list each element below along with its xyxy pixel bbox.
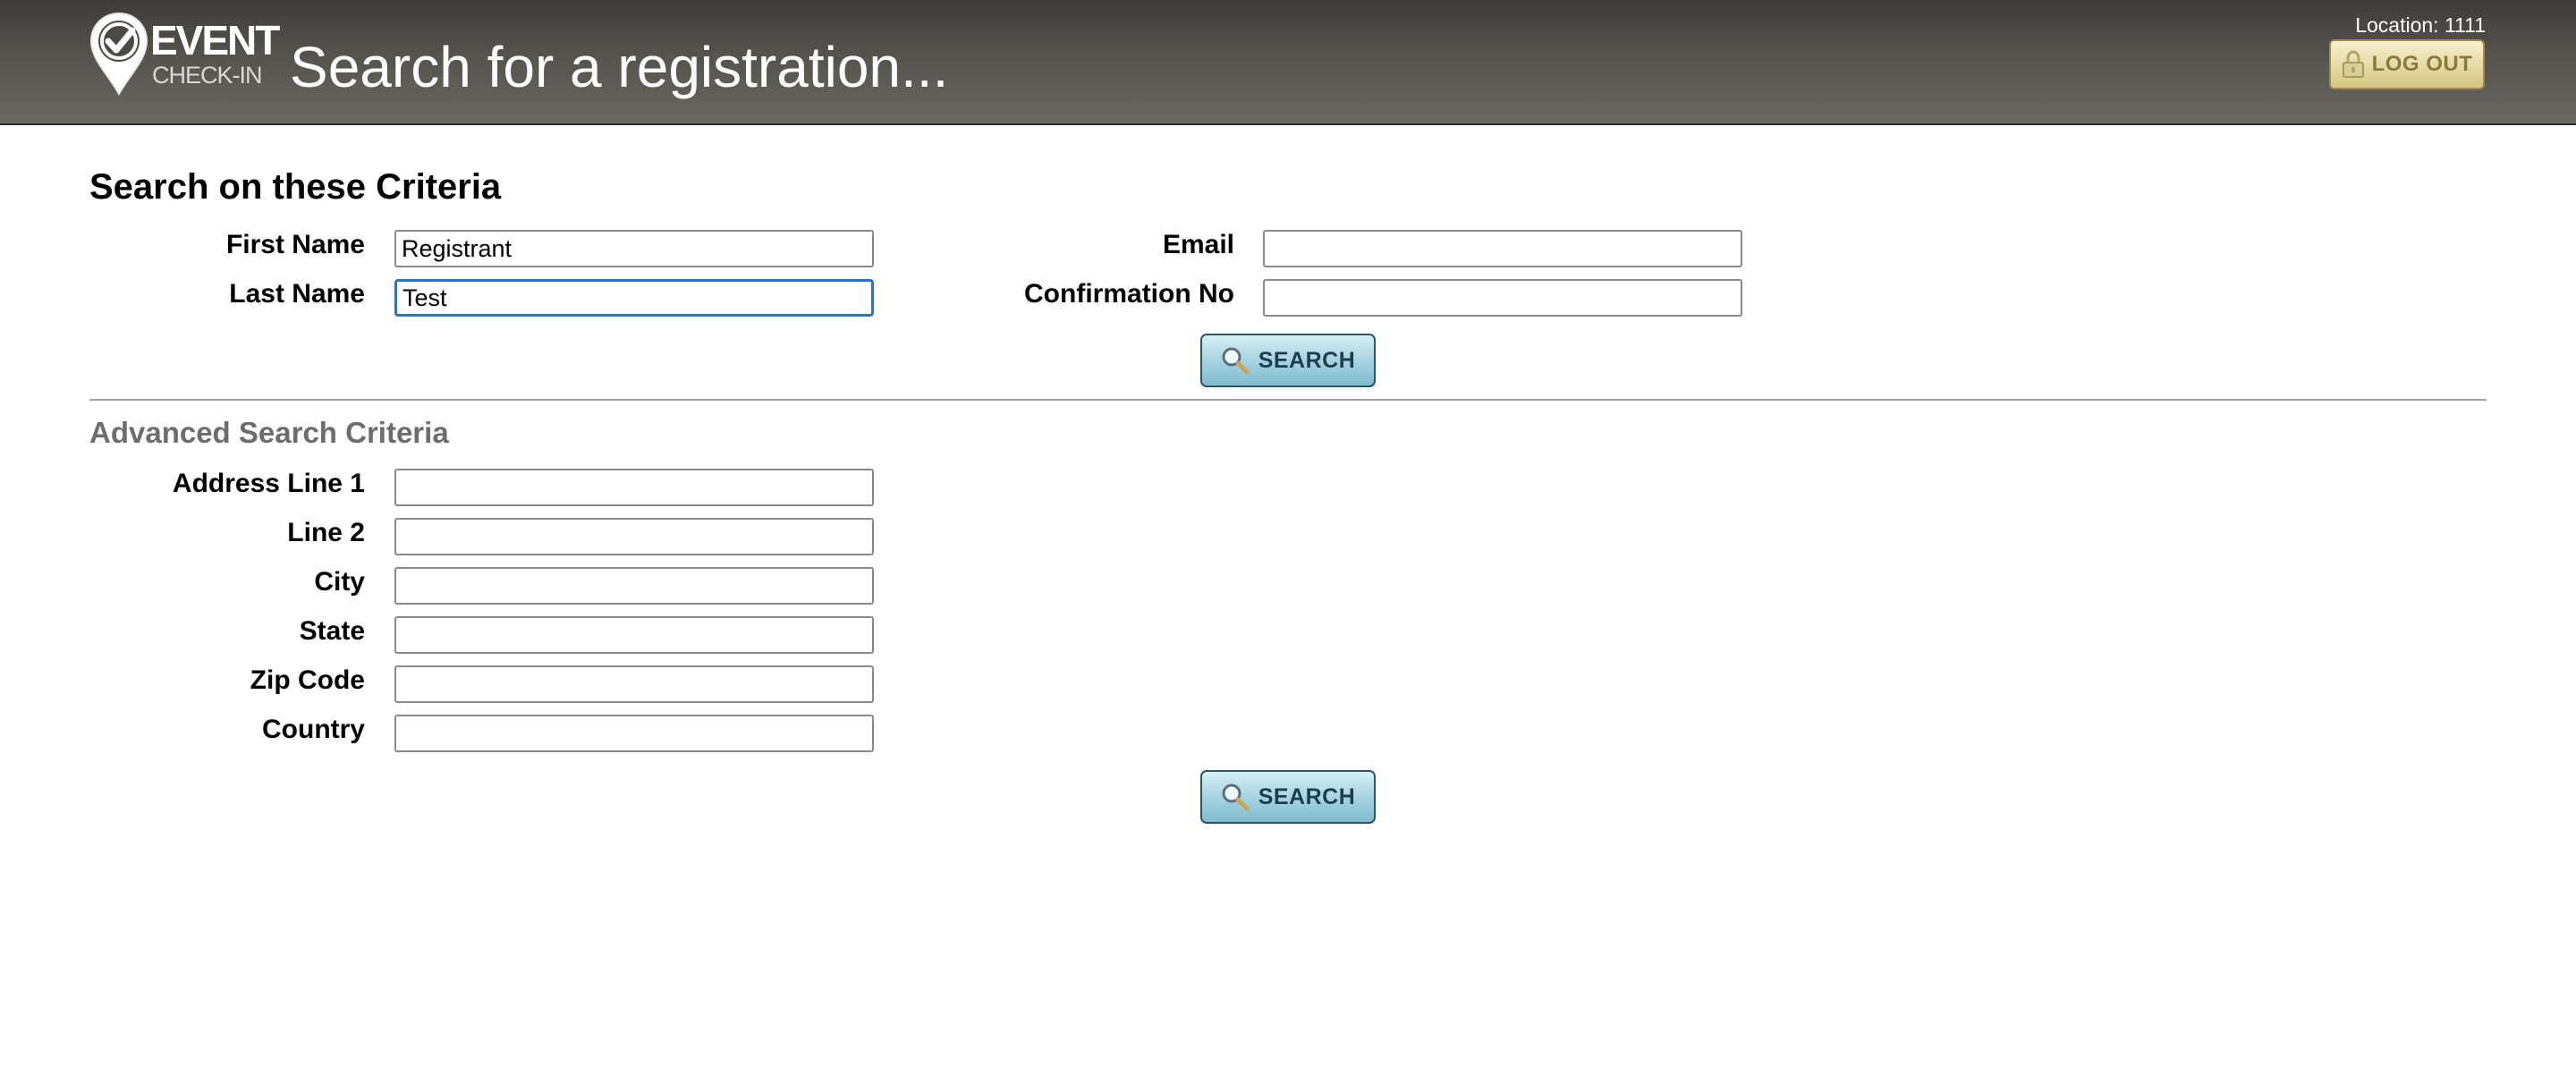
first-name-field[interactable]	[394, 230, 874, 267]
city-field[interactable]	[394, 567, 874, 605]
address-line-1-label: Address Line 1	[172, 469, 365, 498]
section-divider	[89, 399, 2487, 401]
last-name-label: Last Name	[229, 279, 365, 309]
advanced-section-title: Advanced Search Criteria	[89, 416, 449, 449]
location-indicator: Location: 1111	[2355, 13, 2486, 37]
address-line-1-field[interactable]	[394, 469, 874, 506]
magnifier-icon	[1222, 347, 1250, 375]
checkmark-pin-icon	[89, 12, 148, 97]
confirmation-no-label: Confirmation No	[1024, 279, 1234, 309]
app-header: EVENT CHECK-IN Search for a registration…	[0, 0, 2576, 125]
criteria-section-title: Search on these Criteria	[89, 167, 502, 207]
search-button-label: SEARCH	[1258, 347, 1356, 373]
logo-text-event: EVENT	[150, 17, 280, 64]
padlock-icon	[2342, 50, 2364, 78]
logo-text-checkin: CHECK-IN	[152, 62, 263, 89]
event-checkin-logo: EVENT CHECK-IN	[88, 11, 280, 100]
zip-code-field[interactable]	[394, 665, 874, 703]
first-name-label: First Name	[225, 230, 365, 259]
country-field[interactable]	[394, 715, 874, 752]
state-field[interactable]	[394, 616, 874, 654]
advanced-search-button[interactable]: SEARCH	[1200, 770, 1376, 824]
email-label: Email	[1162, 230, 1234, 259]
logout-button[interactable]: LOG OUT	[2329, 39, 2485, 89]
country-label: Country	[262, 715, 365, 744]
last-name-field[interactable]	[394, 279, 874, 317]
advanced-search-button-label: SEARCH	[1258, 783, 1356, 809]
address-line-2-label: Line 2	[287, 518, 365, 547]
logout-label: LOG OUT	[2371, 52, 2473, 76]
city-label: City	[314, 567, 365, 597]
address-line-2-field[interactable]	[394, 518, 874, 555]
magnifier-icon	[1222, 783, 1250, 811]
confirmation-no-field[interactable]	[1263, 279, 1742, 317]
state-label: State	[299, 616, 365, 646]
page-title: Search for a registration...	[290, 35, 949, 99]
search-button[interactable]: SEARCH	[1200, 334, 1376, 387]
email-field[interactable]	[1263, 230, 1742, 267]
zip-code-label: Zip Code	[250, 665, 365, 695]
